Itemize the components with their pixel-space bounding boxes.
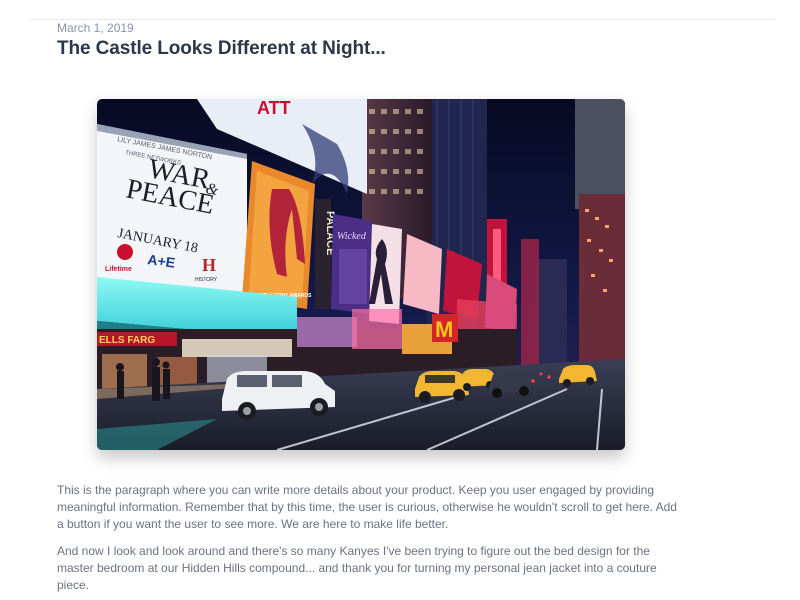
billboard-wicked: Wicked	[337, 231, 367, 242]
svg-text:ATT: ATT	[257, 99, 291, 118]
logo-lifetime: Lifetime	[105, 266, 132, 273]
divider	[30, 19, 775, 20]
logo-history-label: HISTORY	[195, 277, 218, 283]
post-date: March 1, 2019	[57, 21, 134, 35]
sign-bank: ELLS FARG	[99, 335, 155, 346]
post-paragraph: And now I look and look around and there…	[57, 544, 657, 592]
hero-image: ATT LILY JAMES JAMES NORTON THREE NETWOR…	[97, 99, 625, 450]
sign-mcdonalds: M	[435, 317, 453, 342]
blog-post: March 1, 2019 The Castle Looks Different…	[0, 0, 800, 600]
logo-history: H	[202, 255, 216, 275]
post-paragraph: This is the paragraph where you can writ…	[57, 483, 677, 531]
post-title: The Castle Looks Different at Night...	[57, 38, 386, 59]
